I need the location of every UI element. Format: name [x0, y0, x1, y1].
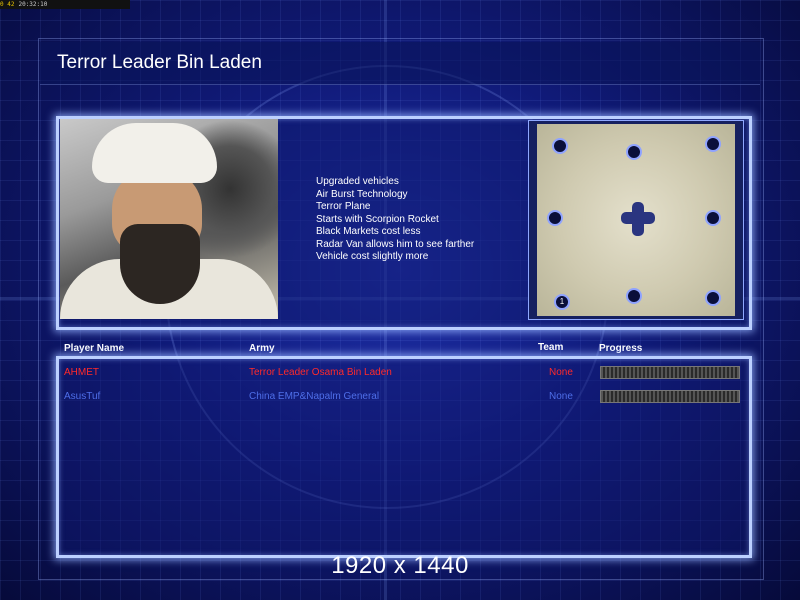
column-progress: Progress: [599, 343, 643, 354]
column-team: Team: [538, 342, 564, 353]
player-name: AsusTuf: [64, 391, 101, 402]
start-position: [552, 138, 568, 154]
general-portrait: [60, 119, 278, 319]
feature-item: Black Markets cost less: [316, 226, 421, 237]
general-features-list: Upgraded vehicles Air Burst Technology T…: [316, 176, 474, 264]
column-player-name: Player Name: [64, 343, 125, 354]
debug-hud: 0 42 20:32:10: [0, 0, 130, 9]
clock: 20:32:10: [18, 1, 48, 8]
feature-item: Radar Van allows him to see farther: [316, 238, 475, 250]
player-row: AsusTuf China EMP&Napalm General None: [0, 390, 800, 405]
start-position: [705, 210, 721, 226]
fps-counter: 0 42: [0, 1, 15, 8]
general-title: Terror Leader Bin Laden: [57, 52, 262, 73]
feature-item: Vehicle cost slightly more: [316, 251, 429, 262]
players-panel: [56, 356, 752, 558]
player-team: None: [549, 391, 573, 402]
player-row: AHMET Terror Leader Osama Bin Laden None: [0, 366, 800, 381]
start-position: [626, 288, 642, 304]
feature-item: Upgraded vehicles: [316, 176, 399, 187]
player-start-position: 1: [554, 294, 570, 310]
player-team: None: [549, 367, 573, 378]
start-position: [626, 144, 642, 160]
feature-item: Starts with Scorpion Rocket: [316, 213, 439, 225]
minimap-center-lake-vertical: [632, 202, 644, 236]
loading-progress-bar: [600, 366, 740, 379]
minimap-terrain: 1: [537, 124, 735, 316]
player-name: AHMET: [64, 367, 99, 378]
minimap: 1: [528, 120, 744, 320]
resolution-overlay: 1920 x 1440: [331, 552, 469, 579]
start-position: [705, 290, 721, 306]
column-army: Army: [249, 343, 275, 354]
feature-item: Terror Plane: [316, 201, 371, 212]
loading-progress-bar: [600, 390, 740, 403]
player-army: Terror Leader Osama Bin Laden: [249, 367, 392, 378]
player-army: China EMP&Napalm General: [249, 391, 380, 402]
feature-item: Air Burst Technology: [316, 188, 408, 200]
start-position: [547, 210, 563, 226]
start-position: [705, 136, 721, 152]
